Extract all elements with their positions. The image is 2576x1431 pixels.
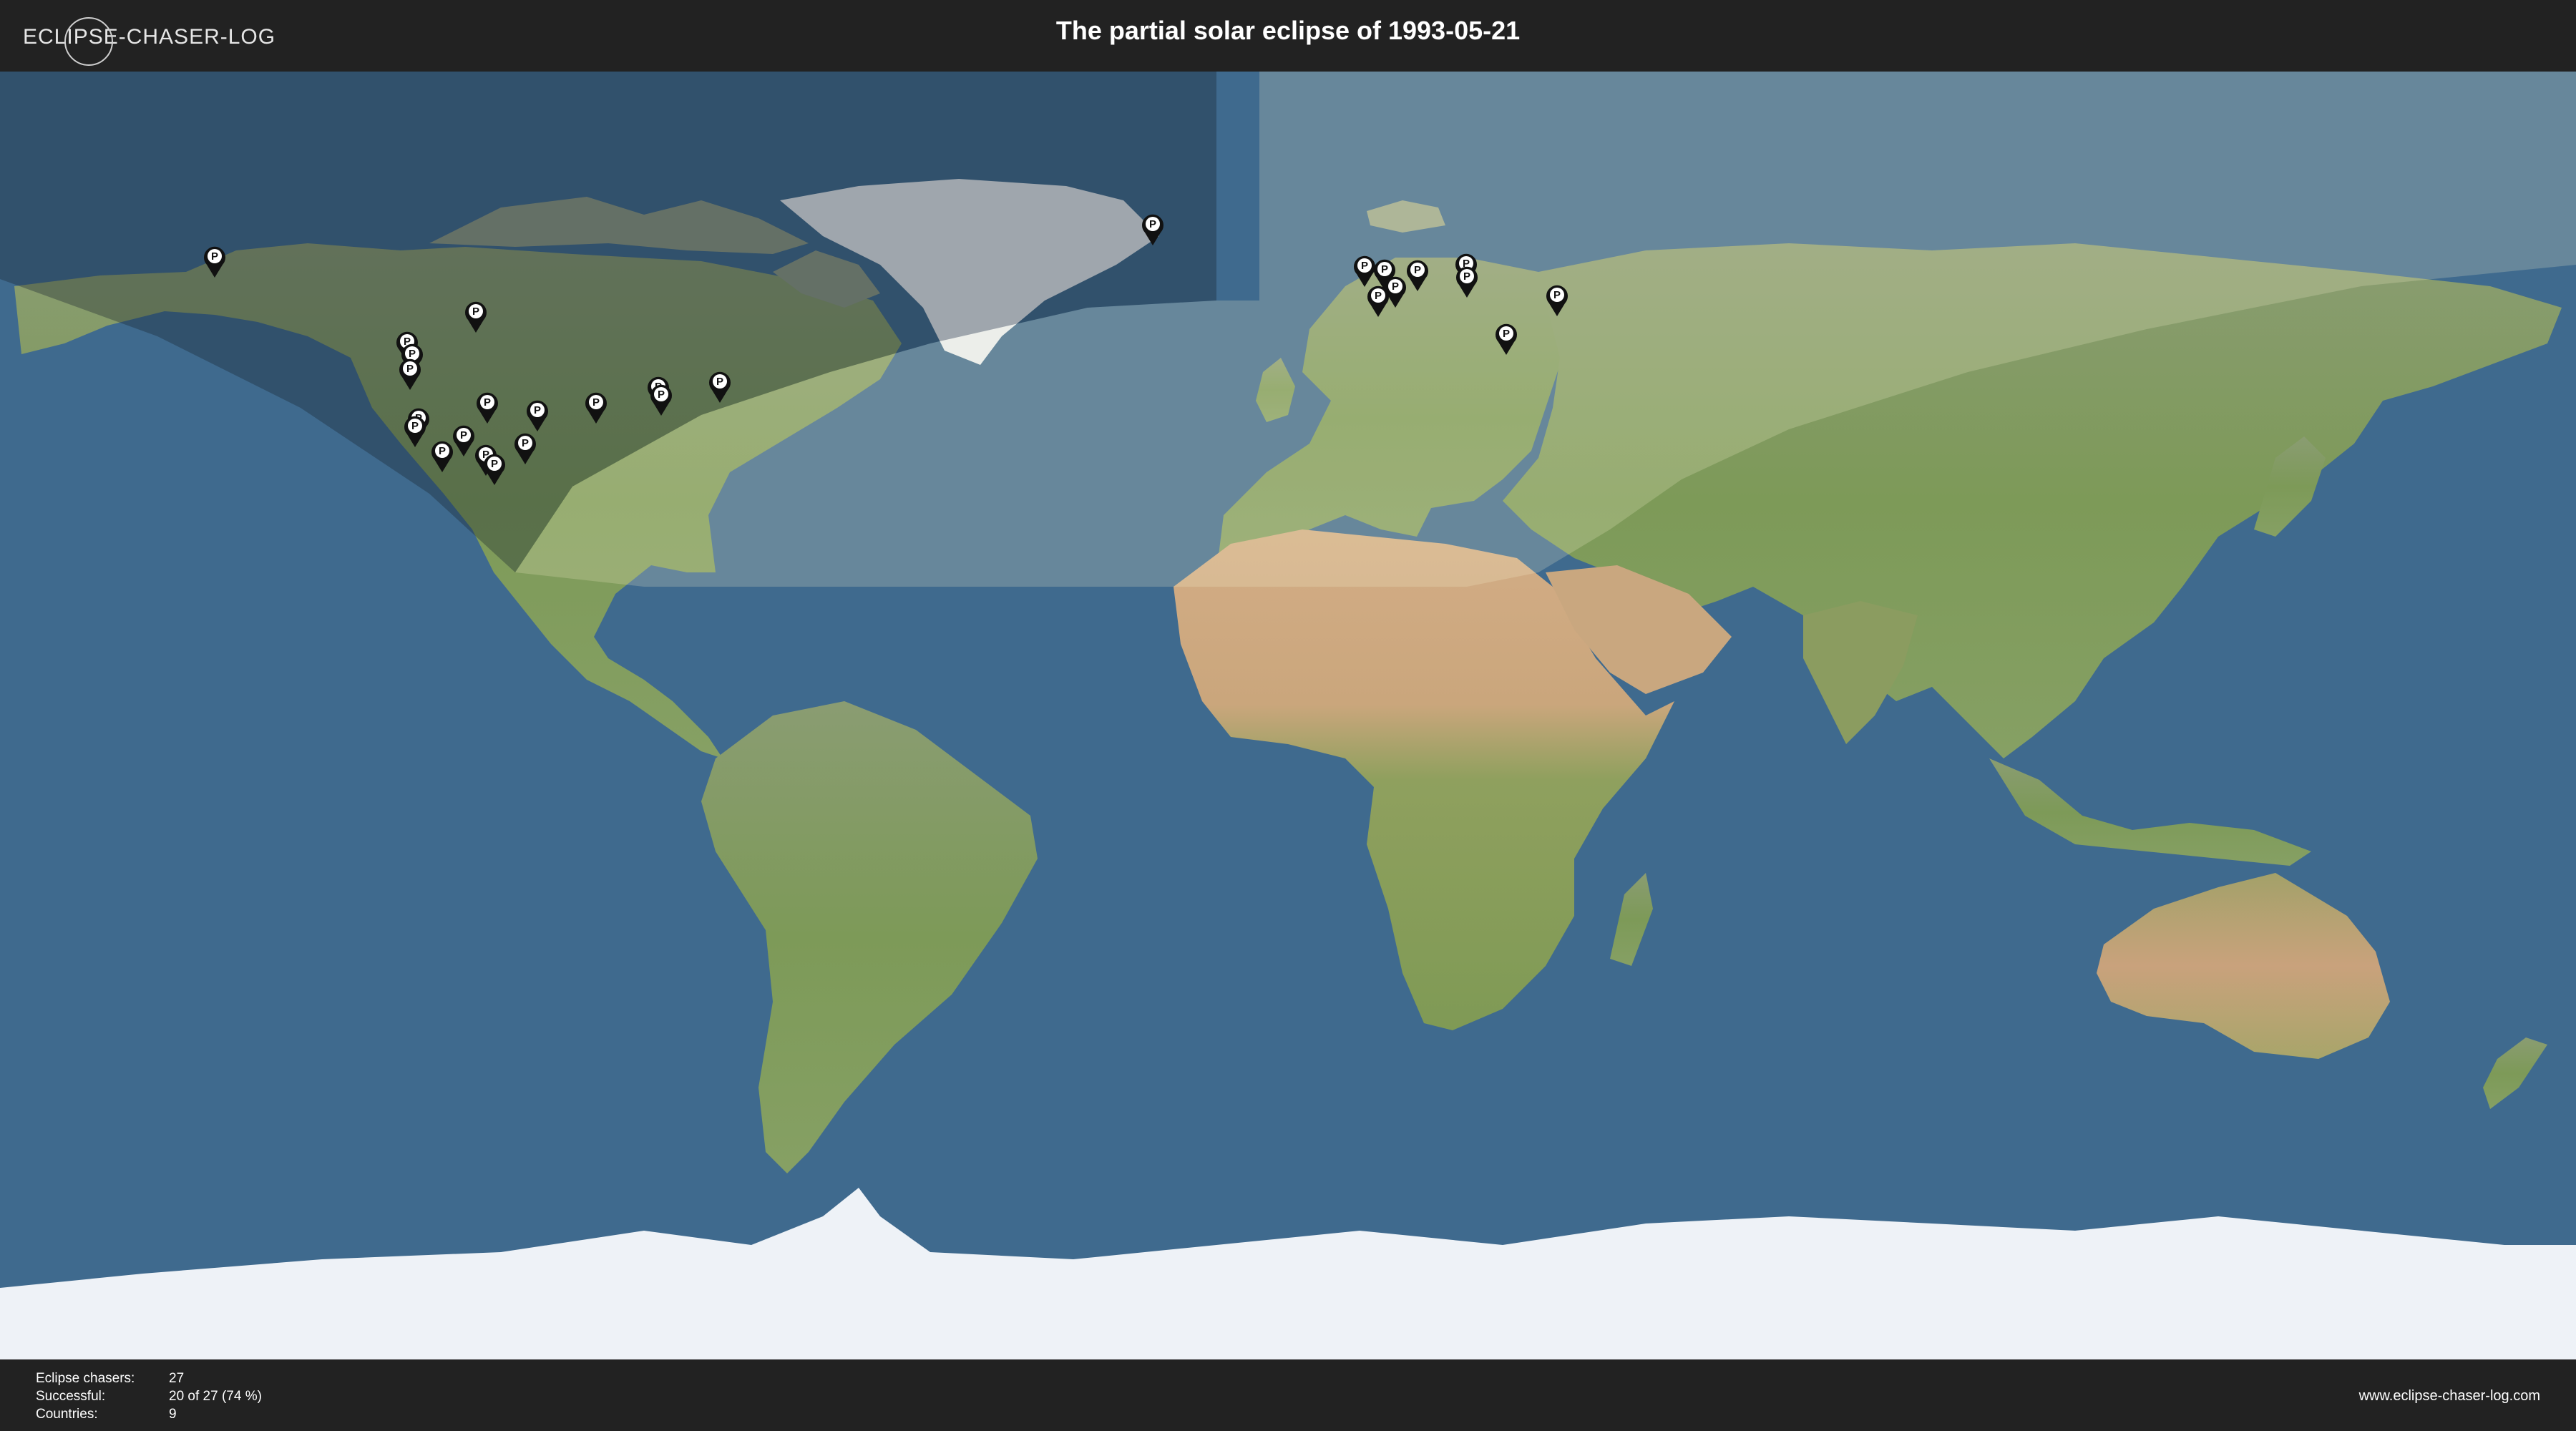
south-america-landmass (701, 701, 1038, 1173)
pin-partial-label: P (460, 429, 467, 441)
header-bar: ECLIPSE-CHASER-LOG The partial solar ecl… (0, 0, 2576, 72)
pin-partial-label: P (1381, 263, 1388, 275)
pin-partial-label: P (522, 437, 529, 449)
pin-partial-label: P (1503, 328, 1510, 340)
pin-partial-label: P (484, 396, 491, 409)
stat-row-countries: Countries: 9 (36, 1405, 262, 1423)
pin-partial-label: P (1361, 260, 1368, 272)
pin-partial-label: P (1375, 290, 1382, 302)
pin-partial-label: P (406, 363, 414, 375)
antarctica-landmass (0, 1188, 2576, 1359)
new-zealand-landmass (2483, 1037, 2547, 1109)
australia-landmass (2097, 873, 2390, 1059)
page-title: The partial solar eclipse of 1993-05-21 (1055, 16, 1521, 45)
website-link[interactable]: www.eclipse-chaser-log.com (2359, 1388, 2540, 1405)
pin-partial-label: P (439, 445, 446, 457)
world-map[interactable]: PPPPPPPPPPPPPPPPPPPPPPPPPPPP (0, 72, 2576, 1359)
pin-partial-label: P (658, 389, 665, 401)
stat-value: 9 (169, 1406, 177, 1422)
pin-partial-label: P (491, 458, 498, 470)
eclipse-stats: Eclipse chasers: 27 Successful: 20 of 27… (36, 1369, 262, 1423)
pin-partial-label: P (211, 250, 218, 263)
indonesia-landmass (1989, 758, 2311, 866)
stat-label: Countries: (36, 1406, 98, 1422)
stat-value: 20 of 27 (74 %) (169, 1388, 262, 1404)
pin-partial-label: P (1463, 270, 1470, 283)
pin-partial-label: P (592, 396, 600, 409)
stat-row-successful: Successful: 20 of 27 (74 %) (36, 1387, 262, 1405)
stat-row-chasers: Eclipse chasers: 27 (36, 1369, 262, 1387)
footer-bar: Eclipse chasers: 27 Successful: 20 of 27… (0, 1359, 2576, 1431)
pin-partial-label: P (534, 404, 541, 416)
pin-partial-label: P (472, 306, 479, 318)
pin-partial-label: P (1414, 264, 1421, 276)
stat-label: Successful: (36, 1388, 106, 1404)
pin-partial-label: P (1149, 218, 1156, 230)
pin-partial-label: P (1553, 289, 1561, 301)
pin-partial-label: P (411, 420, 419, 432)
stat-label: Eclipse chasers: (36, 1370, 135, 1386)
madagascar-landmass (1610, 873, 1653, 966)
pin-partial-label: P (1392, 280, 1399, 293)
stat-value: 27 (169, 1370, 185, 1386)
pin-partial-label: P (409, 348, 416, 360)
pin-partial-label: P (716, 376, 723, 388)
